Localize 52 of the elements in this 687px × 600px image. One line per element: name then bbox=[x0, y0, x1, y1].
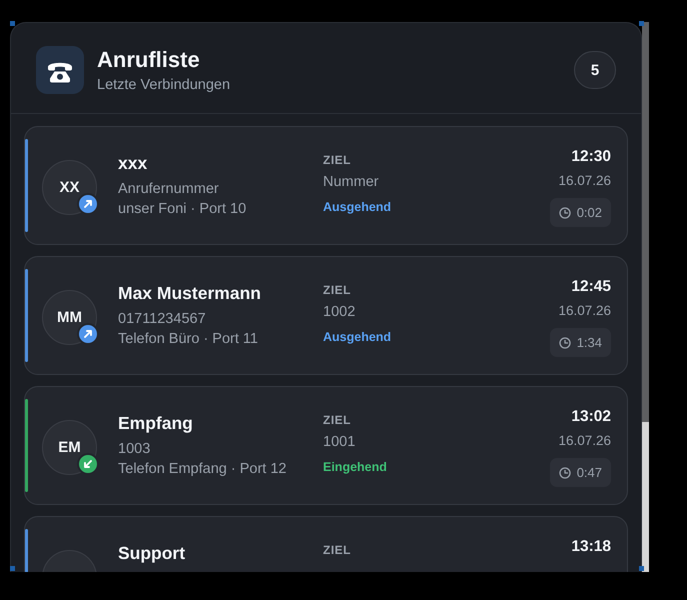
target-label: ZIEL bbox=[323, 543, 351, 558]
device-label: unser Foni · Port 10 bbox=[118, 200, 248, 219]
call-duration: 1:34 bbox=[576, 335, 602, 350]
call-time: 12:30 bbox=[571, 147, 611, 166]
call-duration: 0:02 bbox=[576, 205, 602, 220]
call-card[interactable]: XX xxx Anrufernummer unser Foni · Port 10 ZIEL Nummer Ausgehend 12:30 16.07.26 0:02 bbox=[24, 126, 628, 245]
selection-handle[interactable] bbox=[639, 21, 644, 26]
caller-name: Empfang bbox=[118, 412, 194, 434]
selection-handle[interactable] bbox=[10, 21, 15, 26]
caller-name: Support bbox=[118, 542, 186, 564]
caller-name: Max Mustermann bbox=[118, 282, 262, 304]
panel-title: Anrufliste bbox=[97, 46, 201, 72]
direction-label: Ausgehend bbox=[323, 199, 392, 215]
selection-handle[interactable] bbox=[10, 566, 15, 571]
call-card[interactable]: Support ZIEL 13:18 bbox=[24, 516, 628, 572]
selection-handle[interactable] bbox=[639, 566, 644, 571]
call-duration: 0:47 bbox=[576, 465, 602, 480]
avatar-initials: MM bbox=[57, 309, 82, 326]
target-value: 1001 bbox=[323, 433, 356, 451]
caller-number: 1003 bbox=[118, 440, 152, 459]
target-value: 1002 bbox=[323, 303, 356, 321]
target-label: ZIEL bbox=[323, 283, 351, 298]
call-time: 13:02 bbox=[571, 407, 611, 426]
scrollbar-thumb[interactable] bbox=[642, 22, 649, 422]
device-label: Telefon Empfang · Port 12 bbox=[118, 460, 288, 479]
target-label: ZIEL bbox=[323, 153, 351, 168]
target-label: ZIEL bbox=[323, 413, 351, 428]
clock-icon bbox=[558, 336, 571, 348]
avatar-initials: EM bbox=[58, 439, 81, 456]
call-date: 16.07.26 bbox=[558, 302, 611, 319]
panel-subtitle: Letzte Verbindungen bbox=[97, 76, 230, 94]
call-card[interactable]: MM Max Mustermann 01711234567 Telefon Büro · Port 11 ZIEL 1002 Ausgehend 12:45 16.07.26 1:34 bbox=[24, 256, 628, 375]
caller-name: xxx bbox=[118, 152, 148, 174]
phone-icon bbox=[36, 46, 84, 94]
clock-icon bbox=[558, 206, 571, 218]
direction-label: Ausgehend bbox=[323, 329, 392, 345]
arrow-up-right-icon bbox=[77, 193, 99, 215]
avatar-initials: XX bbox=[59, 179, 80, 196]
direction-label: Eingehend bbox=[323, 459, 387, 475]
call-time: 13:18 bbox=[571, 537, 611, 556]
clock-icon bbox=[558, 466, 571, 478]
call-date: 16.07.26 bbox=[558, 432, 611, 449]
call-time: 12:45 bbox=[571, 277, 611, 296]
device-label: Telefon Büro · Port 11 bbox=[118, 330, 259, 349]
call-count-badge: 5 bbox=[574, 51, 616, 89]
call-date: 16.07.26 bbox=[558, 172, 611, 189]
target-value: Nummer bbox=[323, 173, 379, 191]
call-card[interactable]: EM Empfang 1003 Telefon Empfang · Port 12 ZIEL 1001 Eingehend 13:02 16.07.26 0:47 bbox=[24, 386, 628, 505]
arrow-down-left-icon bbox=[77, 453, 99, 475]
caller-number: Anrufernummer bbox=[118, 180, 220, 199]
arrow-up-right-icon bbox=[77, 323, 99, 345]
caller-number: 01711234567 bbox=[118, 310, 207, 329]
